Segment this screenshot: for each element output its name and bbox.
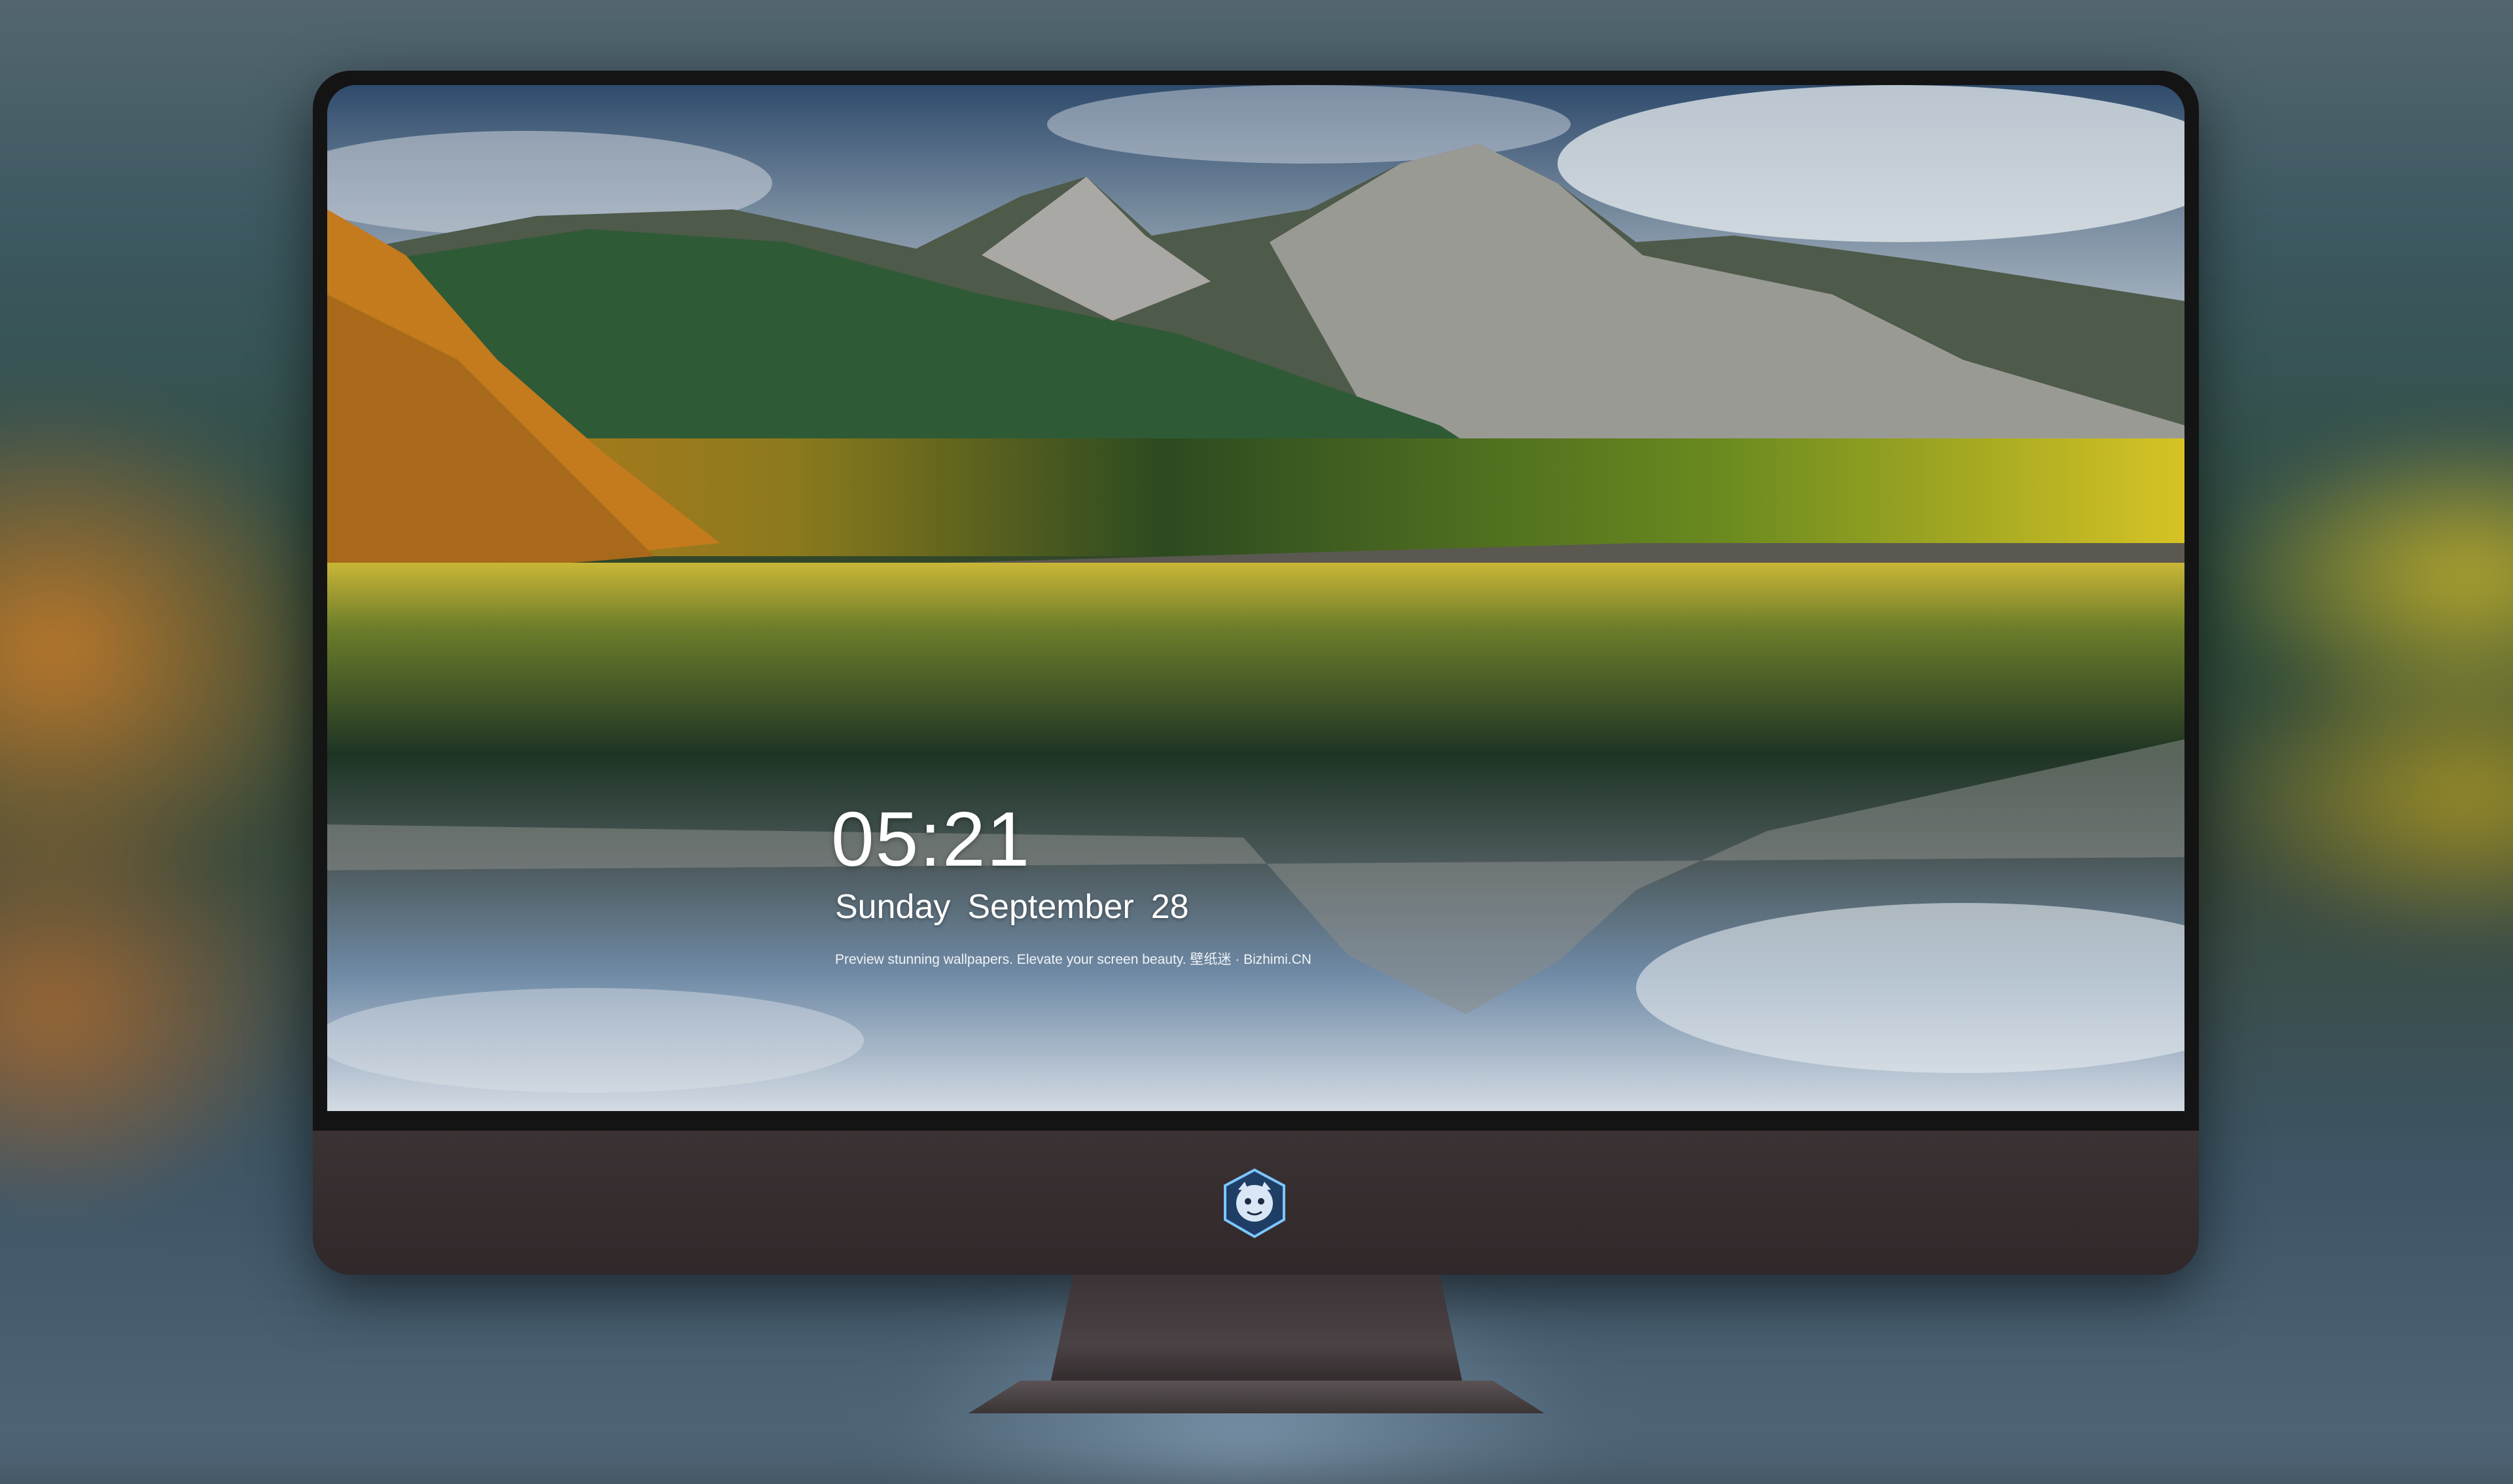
lockscreen-time: 05:21: [831, 796, 1031, 883]
date-weekday: Sunday: [835, 888, 951, 926]
brand-logo: [1224, 1168, 1285, 1239]
date-month: September: [967, 888, 1134, 926]
lockscreen-date: Sunday September 28: [835, 887, 1189, 927]
monitor-stand-base: [969, 1381, 1544, 1413]
wallpaper-screen: 05:21 Sunday September 28 Preview stunning…: [327, 85, 2184, 1111]
date-day: 28: [1150, 888, 1189, 926]
imac-monitor: 05:21 Sunday September 28 Preview stunning…: [313, 71, 2199, 1275]
monitor-stand-neck: [1048, 1275, 1465, 1392]
monitor-chin: [313, 1131, 2199, 1275]
wallpaper-tagline: Preview stunning wallpapers. Elevate you…: [835, 952, 1311, 967]
